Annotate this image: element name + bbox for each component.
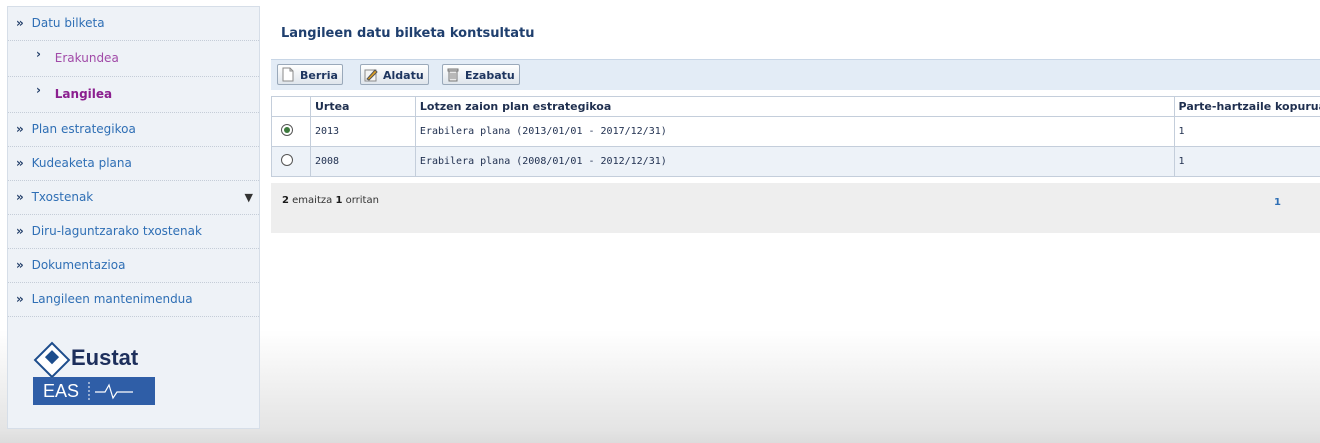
nav-label: Langilea [54,87,113,101]
nav-label: Erakundea [54,51,119,65]
nav-kudeaketa-plana[interactable]: » Kudeaketa plana [8,147,259,181]
table-footer: 2 emaitza 1 orritan 1 [271,183,1320,233]
nav-label: Kudeaketa plana [31,156,132,170]
new-document-icon [282,67,294,82]
row-radio[interactable] [281,154,293,166]
chevron-right-icon: › [36,83,41,97]
toolbar: Berria Aldatu Ezabatu [271,59,1320,90]
column-header-participants[interactable]: Parte-hartzaile kopurua [1173,96,1320,117]
eustat-diamond-icon [33,341,71,379]
nav-erakundea[interactable]: › Erakundea [8,41,259,77]
nav-label: Plan estrategikoa [31,122,136,136]
nav-label: Txostenak [31,190,94,204]
results-count: 2 [282,195,289,206]
pages-count: 1 [335,195,343,206]
edit-button-label: Aldatu [383,69,424,82]
logo-brand: Eustat [71,345,139,370]
pages-text: orritan [345,195,379,206]
nav-langileen-mantenimendua[interactable]: » Langileen mantenimendua [8,283,259,317]
double-chevron-icon: » [16,122,24,136]
double-chevron-icon: » [16,292,24,306]
pagination-page-link[interactable]: 1 [1274,197,1281,208]
row-select-cell [271,116,311,147]
column-header-select [271,96,311,117]
row-radio-selected[interactable] [281,124,293,136]
nav-datu-bilketa[interactable]: » Datu bilketa [8,7,259,41]
edit-pencil-icon [364,69,378,82]
participants-cell: 1 [1173,146,1320,177]
delete-button[interactable]: Ezabatu [442,64,520,85]
nav-diru-laguntzarako-txostenak[interactable]: » Diru-laguntzarako txostenak [8,215,259,249]
double-chevron-icon: » [16,190,24,204]
data-table: Urtea Lotzen zaion plan estrategikoa Par… [271,96,1320,177]
sidebar: » Datu bilketa › Erakundea › Langilea » … [7,6,260,429]
nav-plan-estrategikoa[interactable]: » Plan estrategikoa [8,113,259,147]
table-row[interactable]: 2013 Erabilera plana (2013/01/01 - 2017/… [271,116,1320,147]
results-summary: 2 emaitza 1 orritan [282,195,379,206]
plan-cell: Erabilera plana (2013/01/01 - 2017/12/31… [414,116,1175,147]
row-select-cell [271,146,311,177]
participants-cell: 1 [1173,116,1320,147]
trash-icon [447,68,459,82]
double-chevron-icon: » [16,224,24,238]
table-row[interactable]: 2008 Erabilera plana (2008/01/01 - 2012/… [271,146,1320,177]
chevron-right-icon: › [36,47,41,61]
page-title: Langileen datu bilketa kontsultatu [281,26,535,41]
logo-sub: EAS [43,380,80,401]
double-chevron-icon: » [16,258,24,272]
double-chevron-icon: » [16,16,24,30]
table-header-row: Urtea Lotzen zaion plan estrategikoa Par… [271,96,1320,117]
year-cell: 2013 [309,116,416,147]
nav-dokumentazioa[interactable]: » Dokumentazioa [8,249,259,283]
nav-label: Datu bilketa [31,16,105,30]
edit-button[interactable]: Aldatu [360,64,429,85]
nav-langilea[interactable]: › Langilea [8,77,259,113]
year-cell: 2008 [309,146,416,177]
pulse-line-icon [88,382,134,400]
new-button-label: Berria [300,69,338,82]
nav-label: Langileen mantenimendua [31,292,193,306]
results-text: emaitza [292,195,333,206]
eustat-logo: Eustat EAS [33,341,155,405]
delete-button-label: Ezabatu [465,69,515,82]
plan-cell: Erabilera plana (2008/01/01 - 2012/12/31… [414,146,1175,177]
column-header-year[interactable]: Urtea [309,96,416,117]
dropdown-arrow-icon[interactable]: ▼ [245,181,253,214]
nav-label: Dokumentazioa [31,258,126,272]
nav-txostenak[interactable]: » Txostenak ▼ [8,181,259,215]
double-chevron-icon: » [16,156,24,170]
new-button[interactable]: Berria [277,64,343,85]
column-header-plan[interactable]: Lotzen zaion plan estrategikoa [414,96,1175,117]
nav-label: Diru-laguntzarako txostenak [31,224,202,238]
